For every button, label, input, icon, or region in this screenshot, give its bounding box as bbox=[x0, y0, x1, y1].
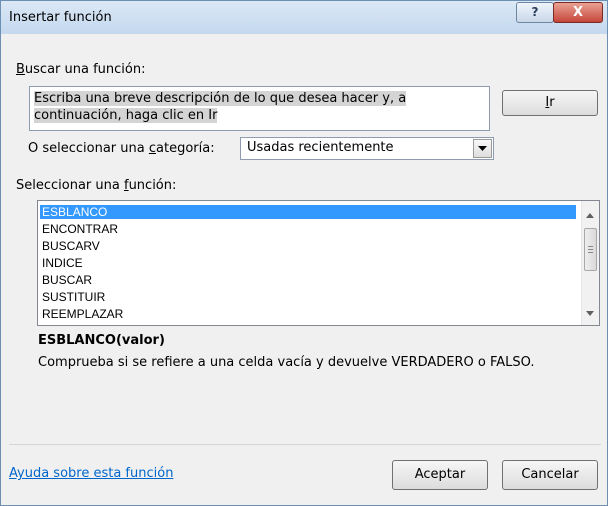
category-selected-value: Usadas recientemente bbox=[247, 140, 394, 155]
search-label: Buscar una función: bbox=[16, 62, 146, 77]
search-label-rest: uscar una función: bbox=[24, 62, 146, 77]
ok-button[interactable]: Aceptar bbox=[392, 460, 488, 490]
category-select[interactable]: Usadas recientemente bbox=[240, 137, 494, 160]
scroll-down-arrow-icon[interactable] bbox=[586, 311, 594, 316]
function-signature: ESBLANCO(valor) bbox=[38, 333, 165, 348]
help-button[interactable]: ? bbox=[516, 2, 554, 23]
thumb-grip-line bbox=[588, 246, 593, 247]
help-link[interactable]: Ayuda sobre esta función bbox=[9, 466, 173, 481]
search-text-line2: continuación, haga clic en Ir bbox=[34, 108, 218, 123]
footer-divider bbox=[9, 444, 601, 445]
function-list-item[interactable]: BUSCAR bbox=[40, 273, 576, 287]
function-list-item[interactable]: REEMPLAZAR bbox=[40, 307, 576, 321]
close-button[interactable]: X bbox=[553, 2, 603, 23]
search-input[interactable]: Escriba una breve descripción de lo que … bbox=[29, 86, 490, 131]
category-label-rest: ategoría: bbox=[156, 141, 215, 156]
title-bar[interactable]: Insertar función ? X bbox=[1, 1, 607, 34]
function-list-item[interactable]: SUSTITUIR bbox=[40, 290, 576, 304]
thumb-grip-line bbox=[588, 249, 593, 250]
category-label: O seleccionar una categoría: bbox=[28, 141, 215, 156]
scroll-up-arrow-icon[interactable] bbox=[586, 213, 594, 218]
thumb-grip-line bbox=[588, 252, 593, 253]
function-list[interactable]: ESBLANCO ENCONTRAR BUSCARV INDICE BUSCAR… bbox=[37, 200, 600, 326]
functions-label-prefix: Seleccionar una bbox=[16, 178, 124, 193]
function-list-item[interactable]: BUSCARV bbox=[40, 239, 576, 253]
function-description: Comprueba si se refiere a una celda vací… bbox=[38, 355, 535, 370]
go-button[interactable]: Ir bbox=[502, 90, 598, 116]
scrollbar-thumb[interactable] bbox=[584, 228, 597, 271]
function-list-item[interactable]: INDICE bbox=[40, 256, 576, 270]
cancel-button[interactable]: Cancelar bbox=[502, 460, 598, 490]
go-button-rest: r bbox=[549, 95, 555, 110]
chevron-down-icon[interactable] bbox=[473, 139, 492, 158]
function-list-item[interactable]: ENCONTRAR bbox=[40, 222, 576, 236]
search-label-accesskey: B bbox=[16, 62, 25, 77]
functions-label: Seleccionar una función: bbox=[16, 178, 176, 193]
function-list-item[interactable]: ESBLANCO bbox=[40, 205, 576, 219]
category-label-prefix: O seleccionar una bbox=[28, 141, 149, 156]
search-text-line1: Escriba una breve descripción de lo que … bbox=[34, 91, 407, 106]
dialog-title: Insertar función bbox=[9, 10, 112, 25]
functions-label-rest: unción: bbox=[128, 178, 177, 193]
category-label-accesskey: c bbox=[148, 141, 157, 156]
vertical-scrollbar[interactable] bbox=[581, 201, 599, 325]
